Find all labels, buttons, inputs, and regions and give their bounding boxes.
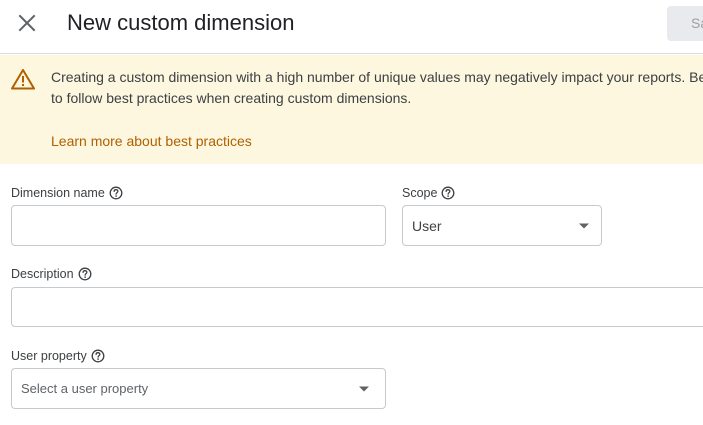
- warning-message: Creating a custom dimension with a high …: [51, 69, 703, 106]
- custom-dimension-panel: New custom dimension Save Creating a cus…: [0, 0, 703, 425]
- close-icon: [18, 14, 36, 32]
- description-field[interactable]: [11, 287, 703, 327]
- user-property-select[interactable]: Select a user property: [11, 368, 386, 409]
- warning-icon: [11, 69, 35, 90]
- scope-select[interactable]: User: [402, 205, 602, 246]
- dimension-name-input[interactable]: [12, 206, 385, 245]
- user-property-placeholder: Select a user property: [21, 381, 149, 396]
- dimension-name-field[interactable]: [11, 205, 386, 246]
- scope-label: Scope: [402, 185, 455, 201]
- chevron-down-icon: [579, 223, 589, 228]
- help-icon[interactable]: [78, 267, 92, 281]
- best-practices-link[interactable]: Learn more about best practices: [51, 131, 252, 151]
- chevron-down-icon: [359, 386, 369, 391]
- user-property-label: User property: [11, 348, 105, 364]
- user-property-label-text: User property: [11, 349, 87, 363]
- help-icon[interactable]: [441, 186, 455, 200]
- dimension-name-label-text: Dimension name: [11, 186, 105, 200]
- description-label: Description: [11, 266, 92, 282]
- scope-selected-value: User: [412, 217, 442, 234]
- page-title: New custom dimension: [67, 10, 295, 35]
- close-button[interactable]: [13, 9, 41, 37]
- help-icon[interactable]: [91, 349, 105, 363]
- description-label-text: Description: [11, 267, 74, 281]
- description-input[interactable]: [12, 288, 703, 326]
- warning-banner: Creating a custom dimension with a high …: [0, 55, 703, 164]
- scope-label-text: Scope: [402, 186, 438, 200]
- save-button[interactable]: Save: [667, 6, 703, 41]
- panel-header: New custom dimension Save: [0, 0, 703, 54]
- dimension-name-label: Dimension name: [11, 185, 123, 201]
- help-icon[interactable]: [109, 186, 123, 200]
